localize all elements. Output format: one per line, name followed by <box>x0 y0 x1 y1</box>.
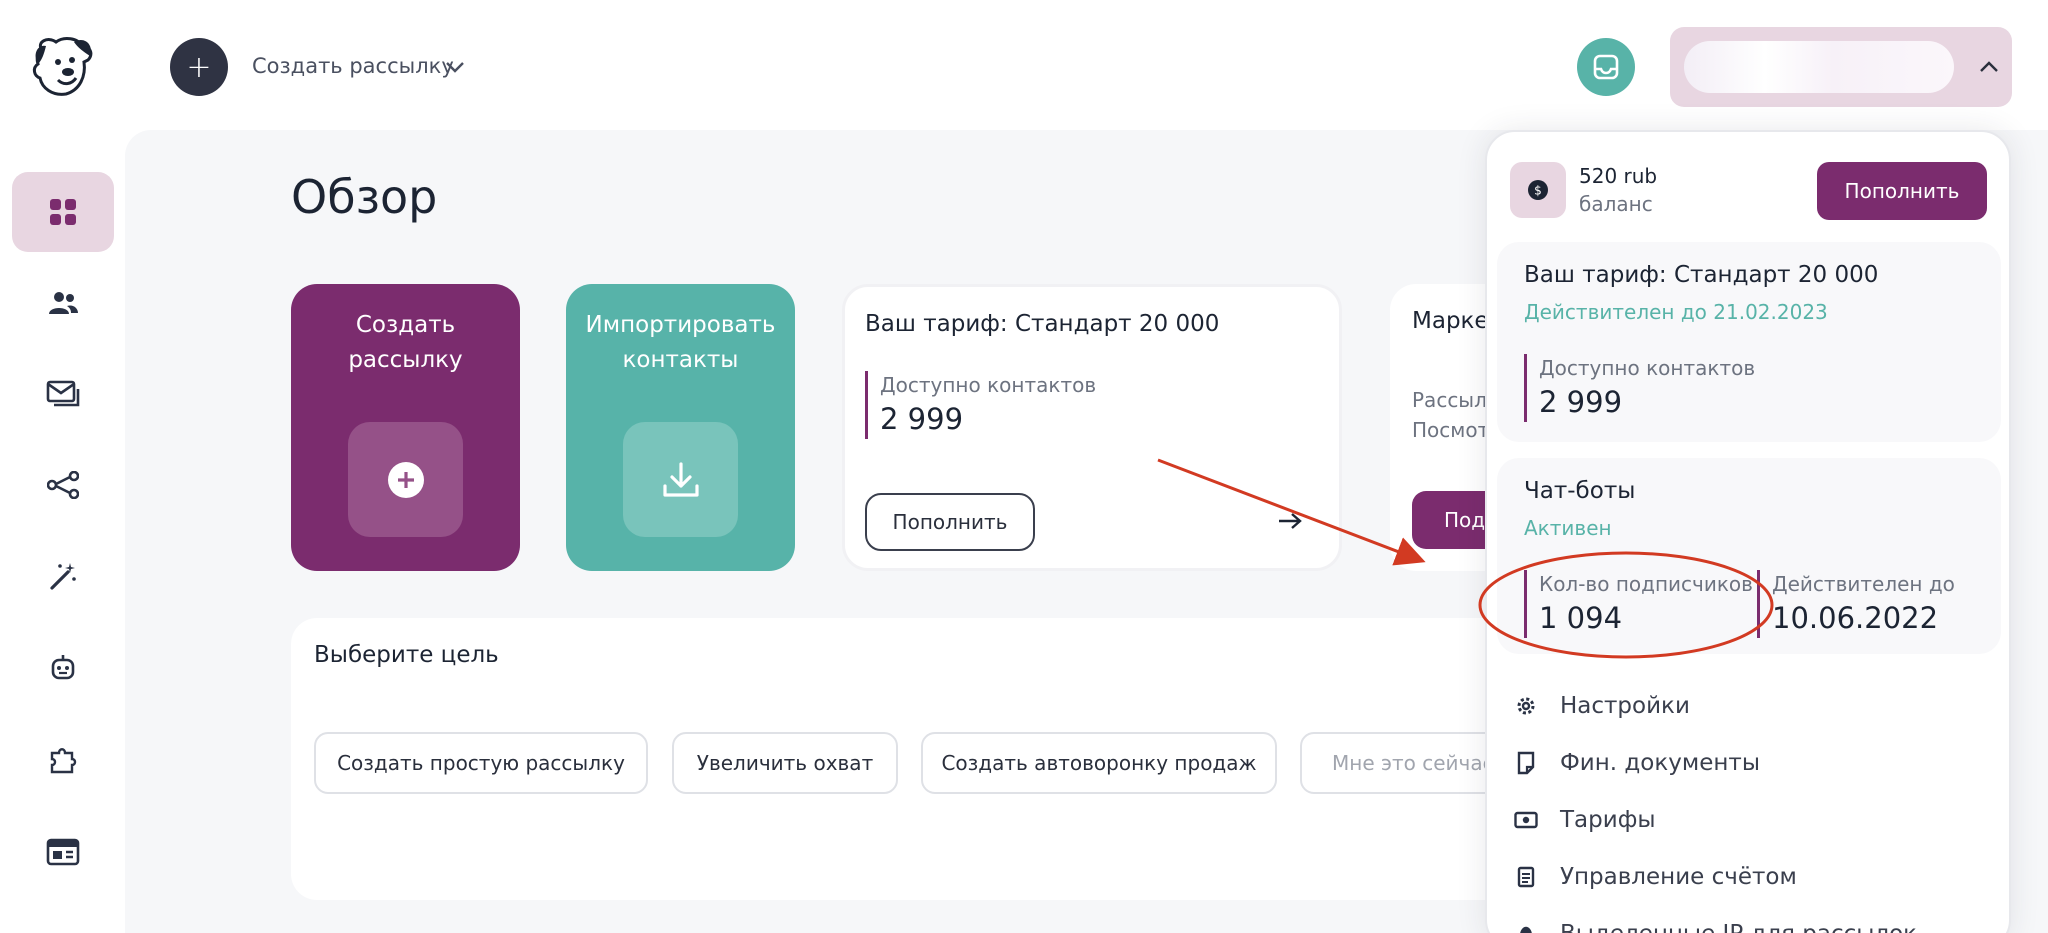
tile-title: Импортировать контакты <box>585 312 776 373</box>
tile-title: Создать рассылку <box>348 312 463 373</box>
sidebar-item-integrations[interactable] <box>12 720 114 800</box>
contacts-icon <box>49 292 78 314</box>
gear-icon <box>1514 694 1538 718</box>
logo-dog-icon[interactable] <box>28 32 98 102</box>
download-icon <box>623 422 738 537</box>
menu-label: Выделенные IP для рассылок <box>1560 921 1917 933</box>
dashboard-icon <box>50 199 76 225</box>
top-bar: + Создать рассылку <box>0 0 2048 130</box>
goals-card: Выберите цель Создать простую рассылку У… <box>291 618 1521 900</box>
create-mailing-button[interactable]: + <box>170 38 228 96</box>
chatbot-icon <box>51 655 75 680</box>
chatbots-valid-value: 10.06.2022 <box>1772 601 1939 635</box>
dropdown-chatbots-title: Чат-боты <box>1524 478 1636 504</box>
menu-item-settings[interactable]: Настройки <box>1514 688 1690 724</box>
contacts-stat: Доступно контактов 2 999 <box>865 371 1096 439</box>
menu-item-fin-documents[interactable]: Фин. документы <box>1514 745 1760 781</box>
mailings-icon <box>46 380 80 407</box>
landing-icon <box>46 838 80 866</box>
menu-item-tariffs[interactable]: Тарифы <box>1514 802 1656 838</box>
dropdown-tariff-block: Ваш тариф: Стандарт 20 000 Действителен … <box>1497 242 2001 442</box>
dropdown-chatbots-block: Чат-боты Активен Кол-во подписчиков 1 09… <box>1497 458 2001 654</box>
tariff-topup-button[interactable]: Пополнить <box>865 493 1035 551</box>
goal-simple-mailing[interactable]: Создать простую рассылку <box>314 732 648 794</box>
dropdown-contacts-label: Доступно контактов <box>1539 356 1756 380</box>
money-icon <box>1514 808 1538 832</box>
user-account-menu[interactable] <box>1670 27 2012 107</box>
menu-label: Настройки <box>1560 693 1690 719</box>
dropdown-tariff-valid: Действителен до 21.02.2023 <box>1524 300 1828 324</box>
inbox-icon <box>1593 54 1619 80</box>
contacts-label: Доступно контактов <box>880 373 1097 397</box>
sidebar-item-contacts[interactable] <box>12 263 114 343</box>
create-mailing-label[interactable]: Создать рассылку <box>252 54 454 78</box>
bell-icon <box>1514 922 1538 933</box>
account-dropdown: $ 520 rub баланс Пополнить Ваш тариф: Ст… <box>1485 130 2011 933</box>
tariff-title: Ваш тариф: Стандарт 20 000 <box>865 311 1220 337</box>
dropdown-chatbots-status: Активен <box>1524 516 1612 540</box>
menu-label: Фин. документы <box>1560 750 1760 776</box>
chatbots-valid-stat: Действителен до 10.06.2022 <box>1757 570 1955 638</box>
sidebar-item-mailings[interactable] <box>12 354 114 434</box>
automation-icon <box>47 471 79 499</box>
user-name-blurred <box>1684 41 1954 93</box>
subscribers-label: Кол-во подписчиков <box>1539 572 1753 596</box>
contacts-value: 2 999 <box>880 402 964 436</box>
ledger-icon <box>1514 865 1538 889</box>
marketing-title: Марке <box>1412 308 1489 334</box>
arrow-right-icon[interactable] <box>1262 493 1318 549</box>
document-icon <box>1514 751 1538 775</box>
add-circle-icon <box>348 422 463 537</box>
coin-icon: $ <box>1510 162 1566 218</box>
marketing-text-1: Рассыл <box>1412 388 1487 412</box>
sidebar-item-landing[interactable] <box>12 812 114 892</box>
goal-increase-reach[interactable]: Увеличить охват <box>672 732 898 794</box>
page-title: Обзор <box>291 170 438 224</box>
dropdown-tariff-title: Ваш тариф: Стандарт 20 000 <box>1524 262 1879 288</box>
menu-label: Тарифы <box>1560 807 1656 833</box>
create-mailing-tile[interactable]: Создать рассылку <box>291 284 520 571</box>
marketing-text-2: Посмот <box>1412 418 1490 442</box>
chatbots-valid-label: Действителен до <box>1772 572 1955 596</box>
balance-amount: 520 rub <box>1579 164 1658 188</box>
svg-text:$: $ <box>1534 184 1542 198</box>
sidebar <box>0 130 125 933</box>
chevron-up-icon[interactable] <box>1978 56 2000 78</box>
plus-icon: + <box>186 49 212 85</box>
import-contacts-tile[interactable]: Импортировать контакты <box>566 284 795 571</box>
subscribers-stat: Кол-во подписчиков 1 094 <box>1524 570 1753 638</box>
balance-topup-button[interactable]: Пополнить <box>1817 162 1987 220</box>
magic-wand-icon <box>50 563 76 590</box>
goal-sales-funnel[interactable]: Создать автоворонку продаж <box>921 732 1277 794</box>
sidebar-item-automation[interactable] <box>12 445 114 525</box>
balance-label: баланс <box>1579 192 1653 216</box>
menu-item-dedicated-ip[interactable]: Выделенные IP для рассылок <box>1514 916 1917 933</box>
dropdown-contacts-value: 2 999 <box>1539 385 1623 419</box>
dropdown-contacts-stat: Доступно контактов 2 999 <box>1524 354 1755 422</box>
sidebar-item-magic[interactable] <box>12 536 114 616</box>
chat-inbox-button[interactable] <box>1577 38 1635 96</box>
menu-item-account[interactable]: Управление счётом <box>1514 859 1797 895</box>
sidebar-item-dashboard[interactable] <box>12 172 114 252</box>
integrations-icon <box>50 748 77 774</box>
sidebar-item-chatbots[interactable] <box>12 628 114 708</box>
goals-title: Выберите цель <box>314 642 499 668</box>
subscribers-value: 1 094 <box>1539 601 1623 635</box>
chevron-down-icon[interactable] <box>444 56 466 78</box>
menu-label: Управление счётом <box>1560 864 1797 890</box>
